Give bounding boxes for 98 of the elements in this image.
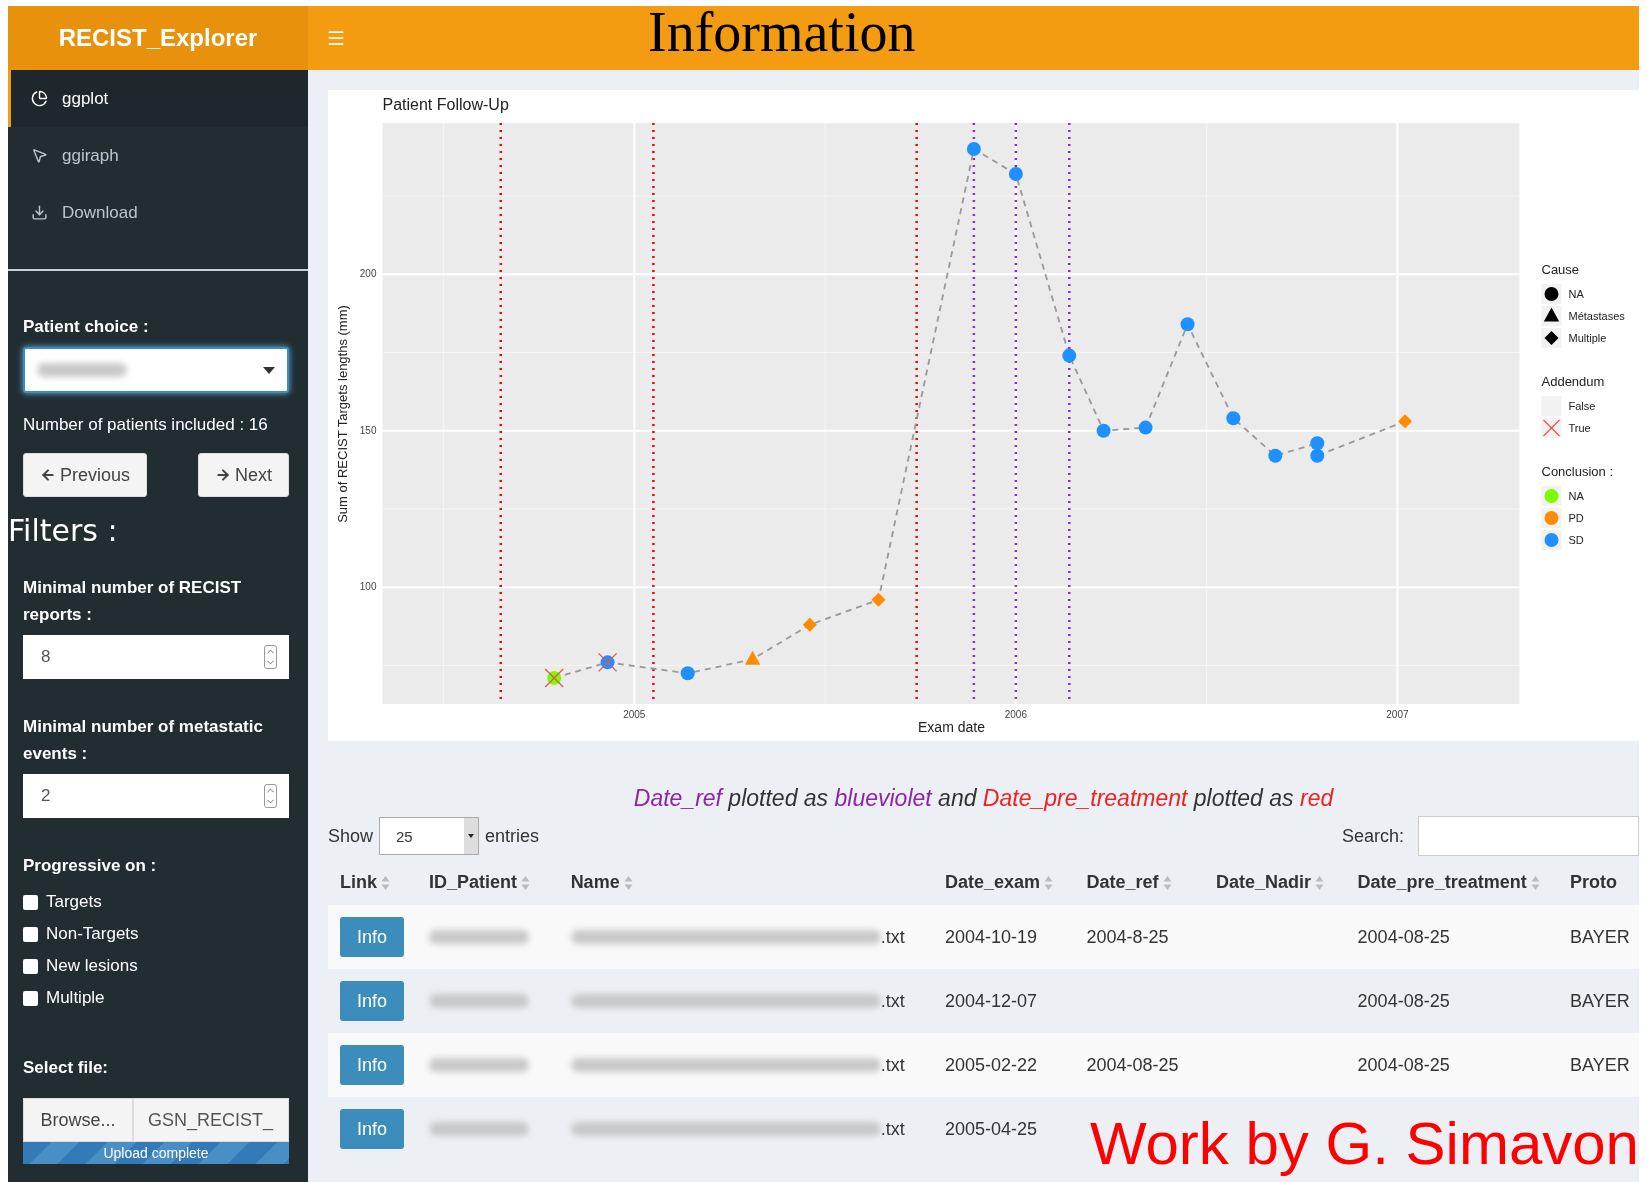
table-cell: .txt — [880, 1054, 905, 1076]
info-button[interactable]: Info — [340, 1045, 404, 1085]
table-cell: .txt — [880, 926, 905, 948]
sort-icon — [1530, 875, 1540, 892]
axis-title: Exam date — [918, 719, 985, 735]
table-cell: BAYER — [1570, 990, 1630, 1011]
spinner-icon[interactable] — [264, 784, 277, 808]
axis-title: Sum of RECIST Targets lengths (mm) — [334, 305, 350, 523]
table-cell: BAYER — [1570, 1054, 1630, 1075]
browse-button[interactable]: Browse... — [23, 1098, 133, 1142]
sort-icon — [1315, 875, 1325, 892]
column-header[interactable]: Link — [340, 872, 377, 892]
sort-icon — [381, 875, 390, 892]
search-field[interactable] — [1418, 816, 1639, 856]
column-header[interactable]: Date_pre_treatment — [1357, 872, 1527, 892]
table-cell: 2005-02-22 — [944, 1054, 1037, 1075]
column-header[interactable]: Proto — [1570, 872, 1617, 892]
dropdown-caret-icon — [464, 818, 479, 854]
table-cell: 2004-08-25 — [1357, 1054, 1450, 1075]
legend-label: False — [1568, 400, 1596, 412]
chart-title: Patient Follow-Up — [382, 96, 509, 113]
sort-icon — [623, 875, 633, 892]
field-label: Patient choice : — [23, 316, 150, 338]
nav-button[interactable]: Next — [198, 453, 289, 497]
checkbox[interactable] — [23, 926, 38, 942]
pie-chart-icon — [31, 90, 48, 107]
checkbox-label: Targets — [46, 892, 102, 912]
show-label: Show — [328, 825, 374, 847]
legend-label: SD — [1568, 534, 1584, 546]
credit-text: Work by G. Simavon — [1089, 1109, 1639, 1179]
table-cell: 2004-08-25 — [1086, 1054, 1179, 1075]
tick-label: 2007 — [1386, 709, 1409, 720]
column-header[interactable]: Date_exam — [944, 872, 1040, 892]
table-cell: .txt — [880, 990, 905, 1012]
legend-label: Métastases — [1568, 310, 1625, 322]
sidebar-item[interactable]: Download — [8, 184, 308, 241]
legend-label: NA — [1568, 288, 1584, 300]
slide-title: Information — [648, 6, 916, 62]
table-cell: 2004-08-25 — [1357, 926, 1450, 947]
legend-label: Multiple — [1568, 332, 1607, 344]
checkbox-label: New lesions — [46, 956, 138, 976]
number-field[interactable]: 8 — [23, 635, 289, 679]
checkbox-label: Multiple — [46, 988, 105, 1008]
table-cell: .txt — [880, 1118, 905, 1140]
info-button[interactable]: Info — [340, 917, 404, 957]
sort-icon — [1043, 875, 1053, 892]
tick-label: 200 — [359, 268, 377, 280]
table-cell: 2004-8-25 — [1086, 926, 1169, 947]
table-cell: 2004-08-25 — [1357, 990, 1450, 1011]
table-cell: 2004-12-07 — [944, 990, 1037, 1011]
table-cell: BAYER — [1570, 926, 1630, 947]
patient-select[interactable] — [23, 347, 289, 393]
column-header[interactable]: Name — [570, 872, 620, 892]
pointer-icon — [31, 147, 48, 164]
legend-label: True — [1568, 422, 1591, 434]
checkbox-label: Non-Targets — [46, 924, 139, 944]
page-length-select[interactable]: 25 — [379, 817, 480, 855]
file-name-field: GSN_RECIST_ — [133, 1098, 289, 1142]
column-header[interactable]: Date_ref — [1086, 872, 1159, 892]
tick-label: 150 — [359, 424, 377, 436]
sort-icon — [521, 875, 531, 892]
field-label: Minimal number of RECIST reports : — [23, 577, 243, 626]
legend-title: Cause — [1541, 262, 1580, 277]
table-cell: 2004-10-19 — [944, 926, 1037, 947]
checkbox[interactable] — [23, 894, 38, 910]
legend-label: NA — [1568, 490, 1584, 502]
entries-label: entries — [485, 825, 540, 847]
legend-title: Addendum — [1541, 374, 1605, 389]
checkbox[interactable] — [23, 958, 38, 974]
field-label: Select file: — [23, 1057, 110, 1079]
column-header[interactable]: ID_Patient — [429, 872, 518, 892]
nav-button[interactable]: Previous — [23, 453, 148, 497]
download-icon — [31, 204, 48, 221]
info-button[interactable]: Info — [340, 981, 404, 1021]
checkbox[interactable] — [23, 990, 38, 1006]
field-label: Progressive on : — [23, 855, 158, 877]
sidebar-item[interactable]: ggplot — [8, 70, 308, 127]
legend-label: PD — [1568, 512, 1584, 524]
column-header[interactable]: Date_Nadir — [1216, 872, 1312, 892]
app-title: RECIST_Explorer — [8, 6, 308, 70]
chart-caption: Date_ref plotted as blueviolet and Date_pre_treatment plotted as red — [632, 785, 1335, 812]
search-label: Search: — [1341, 825, 1404, 847]
info-button[interactable]: Info — [340, 1109, 404, 1149]
tick-label: 2005 — [623, 709, 646, 720]
progress-label: Upload complete — [103, 1145, 209, 1161]
sort-icon — [1162, 875, 1172, 892]
caret-icon — [263, 366, 275, 374]
section-title: Filters : — [8, 513, 119, 548]
sidebar-item[interactable]: ggiraph — [8, 127, 308, 184]
spinner-icon[interactable] — [264, 645, 277, 669]
legend-title: Conclusion : — [1541, 464, 1614, 479]
tick-label: 100 — [359, 581, 377, 593]
number-field[interactable]: 2 — [23, 774, 289, 818]
field-label: Minimal number of metastatic events : — [23, 716, 264, 765]
tick-label: 2006 — [1004, 709, 1027, 720]
table-cell: 2005-04-25 — [944, 1118, 1037, 1139]
menu-icon[interactable] — [326, 28, 346, 48]
patients-count: Number of patients included : 16 — [23, 415, 269, 435]
